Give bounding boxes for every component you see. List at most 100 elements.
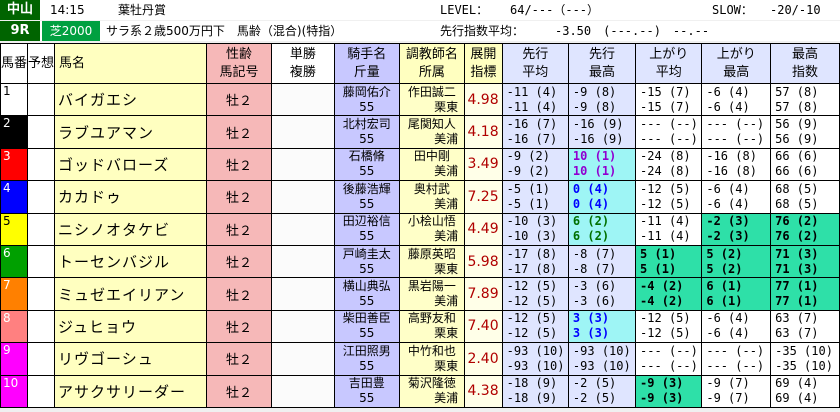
max-index: 77 (1) 77 (1) (770, 277, 840, 311)
horse-row[interactable]: 1 バイガエシ 牡２ 藤岡佑介 55 作田誠二 栗東 4.98 -11 (4) -11 (4) -9… (0, 82, 840, 117)
horse-row[interactable]: 3 ゴッドバローズ 牡２ 石橋脩 55 田中剛 美浦 3.49 -9 (2) -9 (2) 10 (… (0, 147, 840, 182)
prediction-mark[interactable] (27, 374, 56, 408)
lead-max: 3 (3) 3 (3) (567, 309, 637, 344)
sex-age: 牡２ (206, 309, 272, 344)
prediction-mark[interactable] (27, 309, 56, 344)
horse-name[interactable]: ラブユアマン (54, 115, 208, 149)
development-index: 4.38 (464, 374, 503, 408)
race-title: 葉牡丹賞 (118, 3, 167, 17)
col-lead-max: 先行 最高 (567, 43, 637, 84)
race-header-row-1: 中山 14:15 葉牡丹賞 LEVEL： 64/---（---） SLOW： -… (0, 0, 840, 20)
last-avg: -12 (5) -12 (5) (635, 309, 703, 344)
horse-name[interactable]: リヴゴーシュ (54, 342, 208, 376)
trainer: 黒岩陽一 美浦 (398, 277, 466, 311)
last-avg: 5 (1) 5 (1) (635, 244, 703, 279)
trainer: 中竹和也 栗東 (398, 342, 466, 376)
max-index: -35 (10) -35 (10) (770, 342, 840, 376)
horse-name[interactable]: ニシノオタケビ (54, 212, 208, 246)
max-index: 66 (6) 66 (6) (770, 147, 840, 182)
horse-row[interactable]: 9 リヴゴーシュ 牡２ 江田照男 55 中竹和也 栗東 2.40 -93 (10) -93 (10… (0, 342, 840, 376)
jockey: 石橋脩 55 (333, 147, 400, 182)
last-avg: -4 (2) -4 (2) (635, 277, 703, 311)
prediction-mark[interactable] (27, 115, 56, 149)
horse-row[interactable]: 8 ジュヒョウ 牡２ 柴田善臣 55 高野友和 栗東 7.40 -12 (5) -12 (5) 3 … (0, 309, 840, 344)
level-value: 64/---（---） (510, 3, 600, 17)
horse-name[interactable]: バイガエシ (54, 82, 208, 117)
level-label: LEVEL： (440, 3, 489, 17)
horse-number: 5 (0, 212, 29, 246)
sex-age: 牡２ (206, 342, 272, 376)
development-index: 4.49 (464, 212, 503, 246)
lead-avg: -5 (1) -5 (1) (501, 180, 569, 214)
last-max: --- (--) --- (--) (701, 342, 772, 376)
prediction-mark[interactable] (27, 82, 56, 117)
development-index: 7.89 (464, 277, 503, 311)
horse-row[interactable]: 2 ラブユアマン 牡２ 北村宏司 55 尾関知人 美浦 4.18 -16 (7) -16 (7) -… (0, 115, 840, 149)
jockey: 戸崎圭太 55 (333, 244, 400, 279)
horse-name[interactable]: カカドゥ (54, 180, 208, 214)
horse-name[interactable]: ジュヒョウ (54, 309, 208, 344)
sex-age: 牡２ (206, 374, 272, 408)
trainer: 菊沢隆徳 美浦 (398, 374, 466, 408)
trainer: 奥村武 美浦 (398, 180, 466, 214)
horse-number: 8 (0, 309, 29, 344)
sex-age: 牡２ (206, 82, 272, 117)
lead-max: -16 (9) -16 (9) (567, 115, 637, 149)
lead-max: 0 (4) 0 (4) (567, 180, 637, 214)
odds (271, 374, 335, 408)
race-number: 9R (0, 21, 40, 41)
horse-name[interactable]: ゴッドバローズ (54, 147, 208, 182)
odds (271, 180, 335, 214)
col-odds: 単勝 複勝 (271, 43, 335, 84)
horse-number: 10 (0, 374, 29, 408)
pace-label: 先行指数平均： (440, 24, 525, 38)
col-jockey: 騎手名 斤量 (333, 43, 400, 84)
lead-max: -8 (7) -8 (7) (567, 244, 637, 279)
jockey: 後藤浩輝 55 (333, 180, 400, 214)
horse-name[interactable]: アサクサリーダー (54, 374, 208, 408)
horse-number: 6 (0, 244, 29, 279)
horse-number: 9 (0, 342, 29, 376)
last-max: -6 (4) -6 (4) (701, 82, 772, 117)
prediction-mark[interactable] (27, 277, 56, 311)
development-index: 5.98 (464, 244, 503, 279)
lead-max: 10 (1) 10 (1) (567, 147, 637, 182)
horse-row[interactable]: 10 アサクサリーダー 牡２ 吉田豊 55 菊沢隆徳 美浦 4.38 -18 (9) -18 (9… (0, 374, 840, 408)
lead-max: -2 (5) -2 (5) (567, 374, 637, 408)
lead-avg: -9 (2) -9 (2) (501, 147, 569, 182)
lead-max: -93 (10) -93 (10) (567, 342, 637, 376)
lead-max: 6 (2) 6 (2) (567, 212, 637, 246)
horse-row[interactable]: 4 カカドゥ 牡２ 後藤浩輝 55 奥村武 美浦 7.25 -5 (1) -5 (1) 0 (4) 0… (0, 180, 840, 214)
jockey: 藤岡佑介 55 (333, 82, 400, 117)
horse-row[interactable]: 5 ニシノオタケビ 牡２ 田辺裕信 55 小桧山悟 美浦 4.49 -10 (3) -10 (3)… (0, 212, 840, 246)
trainer: 田中剛 美浦 (398, 147, 466, 182)
slow-label: SLOW： (712, 3, 753, 17)
sex-age: 牡２ (206, 277, 272, 311)
lead-max: -9 (8) -9 (8) (567, 82, 637, 117)
prediction-mark[interactable] (27, 180, 56, 214)
prediction-mark[interactable] (27, 342, 56, 376)
jockey: 北村宏司 55 (333, 115, 400, 149)
prediction-mark[interactable] (27, 147, 56, 182)
lead-avg: -17 (8) -17 (8) (501, 244, 569, 279)
horse-name[interactable]: トーセンバジル (54, 244, 208, 279)
jockey: 横山典弘 55 (333, 277, 400, 311)
odds (271, 342, 335, 376)
lead-avg: -18 (9) -18 (9) (501, 374, 569, 408)
last-avg: -11 (4) -11 (4) (635, 212, 703, 246)
last-avg: -9 (3) -9 (3) (635, 374, 703, 408)
col-pred: 予想 (27, 43, 56, 84)
development-index: 7.40 (464, 309, 503, 344)
horse-name[interactable]: ミュゼエイリアン (54, 277, 208, 311)
last-max: -2 (3) -2 (3) (701, 212, 772, 246)
last-max: -16 (8) -16 (8) (701, 147, 772, 182)
prediction-mark[interactable] (27, 244, 56, 279)
horse-row[interactable]: 6 トーセンバジル 牡２ 戸崎圭太 55 藤原英昭 栗東 5.98 -17 (8) -17 (8)… (0, 244, 840, 279)
development-index: 4.98 (464, 82, 503, 117)
trainer: 小桧山悟 美浦 (398, 212, 466, 246)
prediction-mark[interactable] (27, 212, 56, 246)
col-max-index: 最高 指数 (770, 43, 840, 84)
surface-distance: 芝2000 (42, 21, 100, 41)
horse-row[interactable]: 7 ミュゼエイリアン 牡２ 横山典弘 55 黒岩陽一 美浦 7.89 -12 (5) -12 (5… (0, 277, 840, 311)
slow-value: -20/-10 (770, 3, 821, 17)
